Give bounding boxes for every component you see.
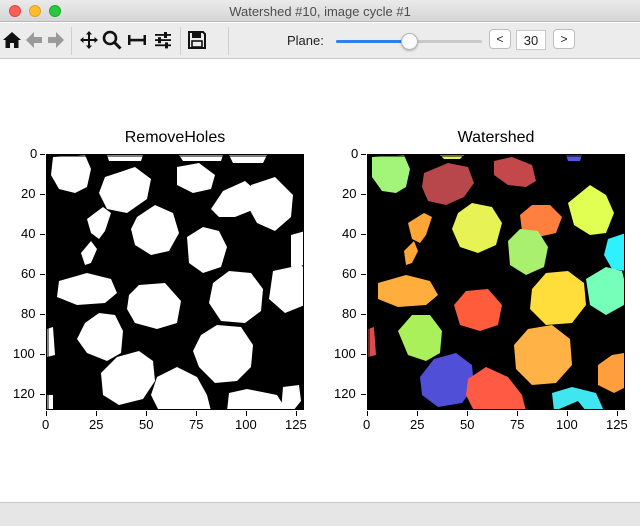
- x-tick-mark: [367, 411, 368, 416]
- y-tick-label: 120: [13, 386, 35, 401]
- plane-slider[interactable]: [336, 32, 482, 52]
- x-tick-label: 25: [410, 417, 425, 432]
- x-tick-label: 75: [510, 417, 525, 432]
- y-tick-mark: [361, 314, 366, 315]
- y-tick-label: 60: [342, 266, 357, 281]
- y-tick-label: 100: [334, 346, 356, 361]
- x-tick-mark: [417, 411, 418, 416]
- y-tick-label: 80: [342, 306, 357, 321]
- x-tick-label: 100: [556, 417, 578, 432]
- back-icon[interactable]: [23, 29, 45, 51]
- next-plane-button[interactable]: >: [553, 29, 575, 49]
- y-tick-label: 100: [13, 346, 35, 361]
- toolbar: Plane: < 30 >: [0, 23, 640, 59]
- y-tick-label: 40: [21, 226, 36, 241]
- x-tick-label: 50: [460, 417, 475, 432]
- binary-mask: [47, 155, 303, 409]
- title-bar: Watershed #10, image cycle #1: [0, 0, 640, 22]
- save-icon[interactable]: [186, 29, 208, 51]
- y-tick-label: 20: [21, 186, 36, 201]
- x-tick-label: 0: [42, 417, 50, 432]
- y-tick-label: 0: [351, 146, 359, 161]
- toolbar-separator: [71, 27, 72, 55]
- x-tick-label: 0: [363, 417, 371, 432]
- x-tick-label: 75: [189, 417, 204, 432]
- x-tick-label: 125: [285, 417, 307, 432]
- label-map: [368, 155, 624, 409]
- y-tick-label: 80: [21, 306, 36, 321]
- figure-canvas: RemoveHoles Watershed 0 20 40 60 80 100 …: [0, 60, 640, 502]
- y-tick-label: 20: [342, 186, 357, 201]
- slider-fill: [336, 40, 409, 43]
- y-tick-mark: [40, 354, 45, 355]
- y-tick-label: 40: [342, 226, 357, 241]
- configure-icon[interactable]: [152, 29, 174, 51]
- y-tick-mark: [40, 234, 45, 235]
- x-tick-mark: [467, 411, 468, 416]
- x-tick-label: 100: [235, 417, 257, 432]
- plane-label: Plane:: [287, 33, 324, 48]
- toolbar-separator: [228, 27, 229, 55]
- plane-value-field[interactable]: 30: [516, 30, 546, 50]
- x-tick-mark: [296, 411, 297, 416]
- y-tick-mark: [40, 394, 45, 395]
- status-bar: [0, 502, 640, 526]
- y-tick-mark: [40, 314, 45, 315]
- y-tick-mark: [361, 354, 366, 355]
- x-tick-mark: [196, 411, 197, 416]
- forward-icon[interactable]: [45, 29, 67, 51]
- slider-thumb[interactable]: [401, 33, 418, 50]
- x-tick-mark: [567, 411, 568, 416]
- pan-icon[interactable]: [78, 29, 100, 51]
- y-tick-mark: [361, 194, 366, 195]
- window-title: Watershed #10, image cycle #1: [229, 4, 411, 19]
- x-tick-mark: [96, 411, 97, 416]
- y-tick-mark: [361, 234, 366, 235]
- y-tick-label: 60: [21, 266, 36, 281]
- y-tick-label: 0: [30, 146, 38, 161]
- y-tick-mark: [40, 154, 45, 155]
- y-tick-label: 120: [334, 386, 356, 401]
- x-tick-label: 125: [606, 417, 628, 432]
- x-tick-mark: [517, 411, 518, 416]
- x-tick-label: 50: [139, 417, 154, 432]
- y-tick-mark: [361, 154, 366, 155]
- home-icon[interactable]: [1, 29, 23, 51]
- x-tick-label: 25: [89, 417, 104, 432]
- subplots-icon[interactable]: [126, 29, 148, 51]
- x-tick-mark: [146, 411, 147, 416]
- y-tick-mark: [361, 274, 366, 275]
- x-tick-mark: [617, 411, 618, 416]
- x-tick-mark: [46, 411, 47, 416]
- y-tick-mark: [40, 194, 45, 195]
- zoom-icon[interactable]: [101, 29, 123, 51]
- left-axes-title: RemoveHoles: [124, 129, 226, 146]
- right-axes-title: Watershed: [457, 129, 535, 146]
- y-tick-mark: [40, 274, 45, 275]
- x-tick-mark: [246, 411, 247, 416]
- app-window: Watershed #10, image cycle #1 Plane: < 3…: [0, 0, 640, 526]
- removeholes-image[interactable]: [46, 154, 304, 410]
- watershed-image[interactable]: [367, 154, 625, 410]
- toolbar-separator: [180, 27, 181, 55]
- y-tick-mark: [361, 394, 366, 395]
- previous-plane-button[interactable]: <: [489, 29, 511, 49]
